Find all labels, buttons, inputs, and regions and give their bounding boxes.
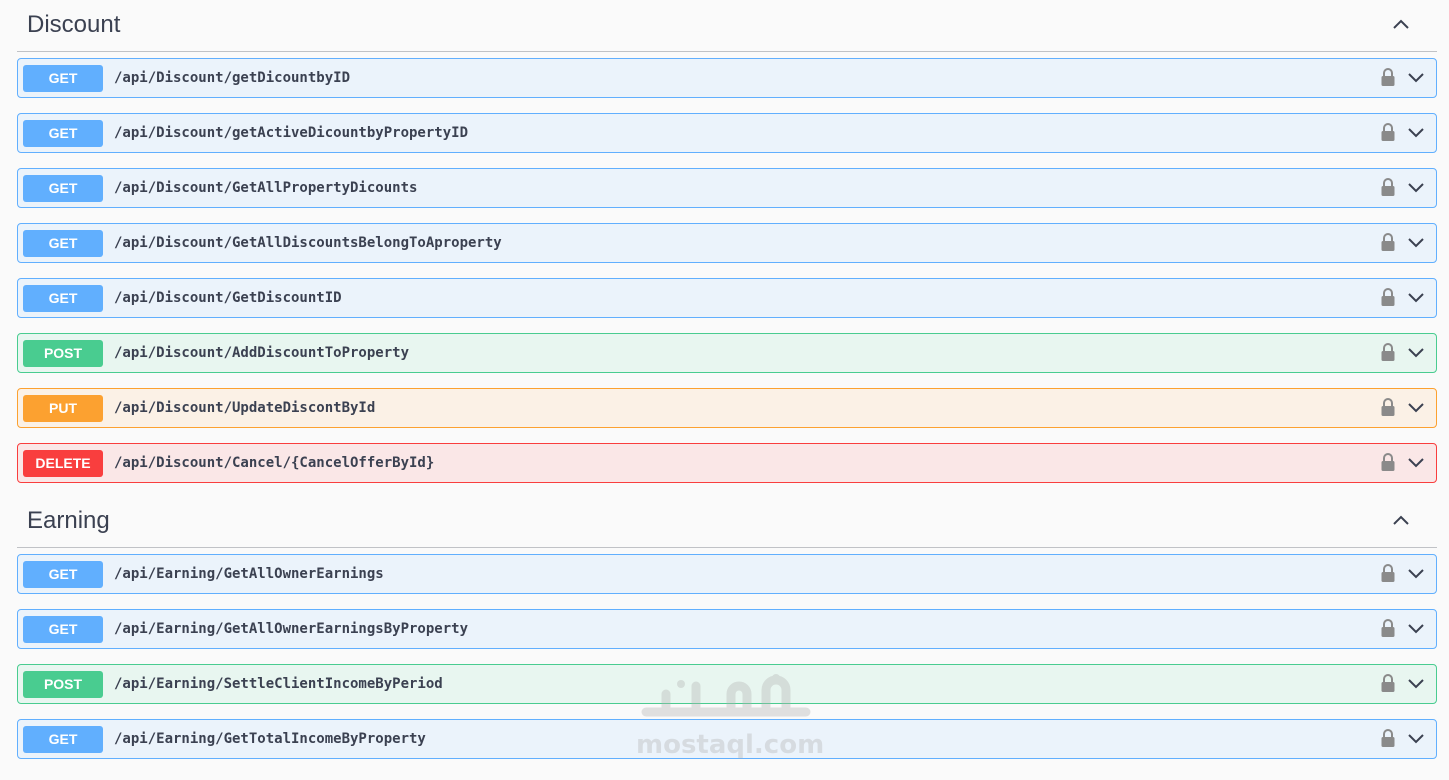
method-badge: GET (23, 285, 103, 312)
method-badge: GET (23, 616, 103, 643)
operation-row[interactable]: GET /api/Discount/GetDiscountID (17, 278, 1437, 318)
method-badge: DELETE (23, 450, 103, 477)
section-earning: Earning (17, 496, 1437, 548)
operation-row[interactable]: GET /api/Discount/getActiveDicountbyProp… (17, 113, 1437, 153)
operation-row[interactable]: GET /api/Earning/GetAllOwnerEarnings (17, 554, 1437, 594)
operation-row[interactable]: GET /api/Discount/GetAllDiscountsBelongT… (17, 223, 1437, 263)
chevron-down-icon[interactable] (1406, 563, 1426, 583)
chevron-down-icon[interactable] (1406, 287, 1426, 307)
operation-path: /api/Discount/getDicountbyID (114, 70, 351, 86)
operation-row[interactable]: GET /api/Earning/GetTotalIncomeByPropert… (17, 719, 1437, 759)
operation-path: /api/Earning/SettleClientIncomeByPeriod (114, 676, 443, 692)
operation-row[interactable]: POST /api/Discount/AddDiscountToProperty (17, 333, 1437, 373)
method-badge: POST (23, 671, 103, 698)
operation-row[interactable]: GET /api/Discount/getDicountbyID (17, 58, 1437, 98)
operation-row[interactable]: GET /api/Earning/GetAllOwnerEarningsByPr… (17, 609, 1437, 649)
method-badge: GET (23, 230, 103, 257)
method-badge: GET (23, 65, 103, 92)
operation-path: /api/Discount/getActiveDicountbyProperty… (114, 125, 469, 141)
method-badge: PUT (23, 395, 103, 422)
lock-icon[interactable] (1380, 342, 1396, 362)
chevron-down-icon[interactable] (1406, 177, 1426, 197)
operation-path: /api/Discount/AddDiscountToProperty (114, 345, 410, 361)
operation-row[interactable]: PUT /api/Discount/UpdateDiscontById (17, 388, 1437, 428)
lock-icon[interactable] (1380, 618, 1396, 638)
lock-icon[interactable] (1380, 287, 1396, 307)
method-badge: POST (23, 340, 103, 367)
operation-row[interactable]: POST /api/Earning/SettleClientIncomeByPe… (17, 664, 1437, 704)
chevron-up-icon[interactable] (1391, 14, 1411, 34)
section-header-discount[interactable]: Discount (17, 0, 1437, 52)
lock-icon[interactable] (1380, 67, 1396, 87)
operation-path: /api/Discount/Cancel/{CancelOfferById} (114, 455, 435, 471)
lock-icon[interactable] (1380, 122, 1396, 142)
chevron-down-icon[interactable] (1406, 397, 1426, 417)
operation-path: /api/Earning/GetTotalIncomeByProperty (114, 731, 426, 747)
operation-path: /api/Earning/GetAllOwnerEarningsByProper… (114, 621, 469, 637)
operation-path: /api/Discount/GetDiscountID (114, 290, 342, 306)
chevron-down-icon[interactable] (1406, 67, 1426, 87)
section-title: Discount (27, 11, 121, 38)
chevron-down-icon[interactable] (1406, 342, 1426, 362)
operation-row[interactable]: DELETE /api/Discount/Cancel/{CancelOffer… (17, 443, 1437, 483)
lock-icon[interactable] (1380, 563, 1396, 583)
chevron-down-icon[interactable] (1406, 122, 1426, 142)
lock-icon[interactable] (1380, 452, 1396, 472)
section-header-earning[interactable]: Earning (17, 496, 1437, 548)
operation-path: /api/Earning/GetAllOwnerEarnings (114, 566, 384, 582)
lock-icon[interactable] (1380, 728, 1396, 748)
chevron-down-icon[interactable] (1406, 618, 1426, 638)
lock-icon[interactable] (1380, 397, 1396, 417)
lock-icon[interactable] (1380, 232, 1396, 252)
operation-path: /api/Discount/UpdateDiscontById (114, 400, 376, 416)
chevron-down-icon[interactable] (1406, 232, 1426, 252)
section-title: Earning (27, 507, 110, 534)
method-badge: GET (23, 726, 103, 753)
method-badge: GET (23, 120, 103, 147)
chevron-up-icon[interactable] (1391, 510, 1411, 530)
lock-icon[interactable] (1380, 673, 1396, 693)
lock-icon[interactable] (1380, 177, 1396, 197)
chevron-down-icon[interactable] (1406, 728, 1426, 748)
chevron-down-icon[interactable] (1406, 673, 1426, 693)
chevron-down-icon[interactable] (1406, 452, 1426, 472)
method-badge: GET (23, 175, 103, 202)
operation-path: /api/Discount/GetAllPropertyDicounts (114, 180, 418, 196)
operation-row[interactable]: GET /api/Discount/GetAllPropertyDicounts (17, 168, 1437, 208)
operation-path: /api/Discount/GetAllDiscountsBelongToApr… (114, 235, 502, 251)
swagger-ui: Discount GET /api/Discount/getDicountbyI… (0, 0, 1449, 780)
method-badge: GET (23, 561, 103, 588)
section-discount: Discount (17, 0, 1437, 52)
